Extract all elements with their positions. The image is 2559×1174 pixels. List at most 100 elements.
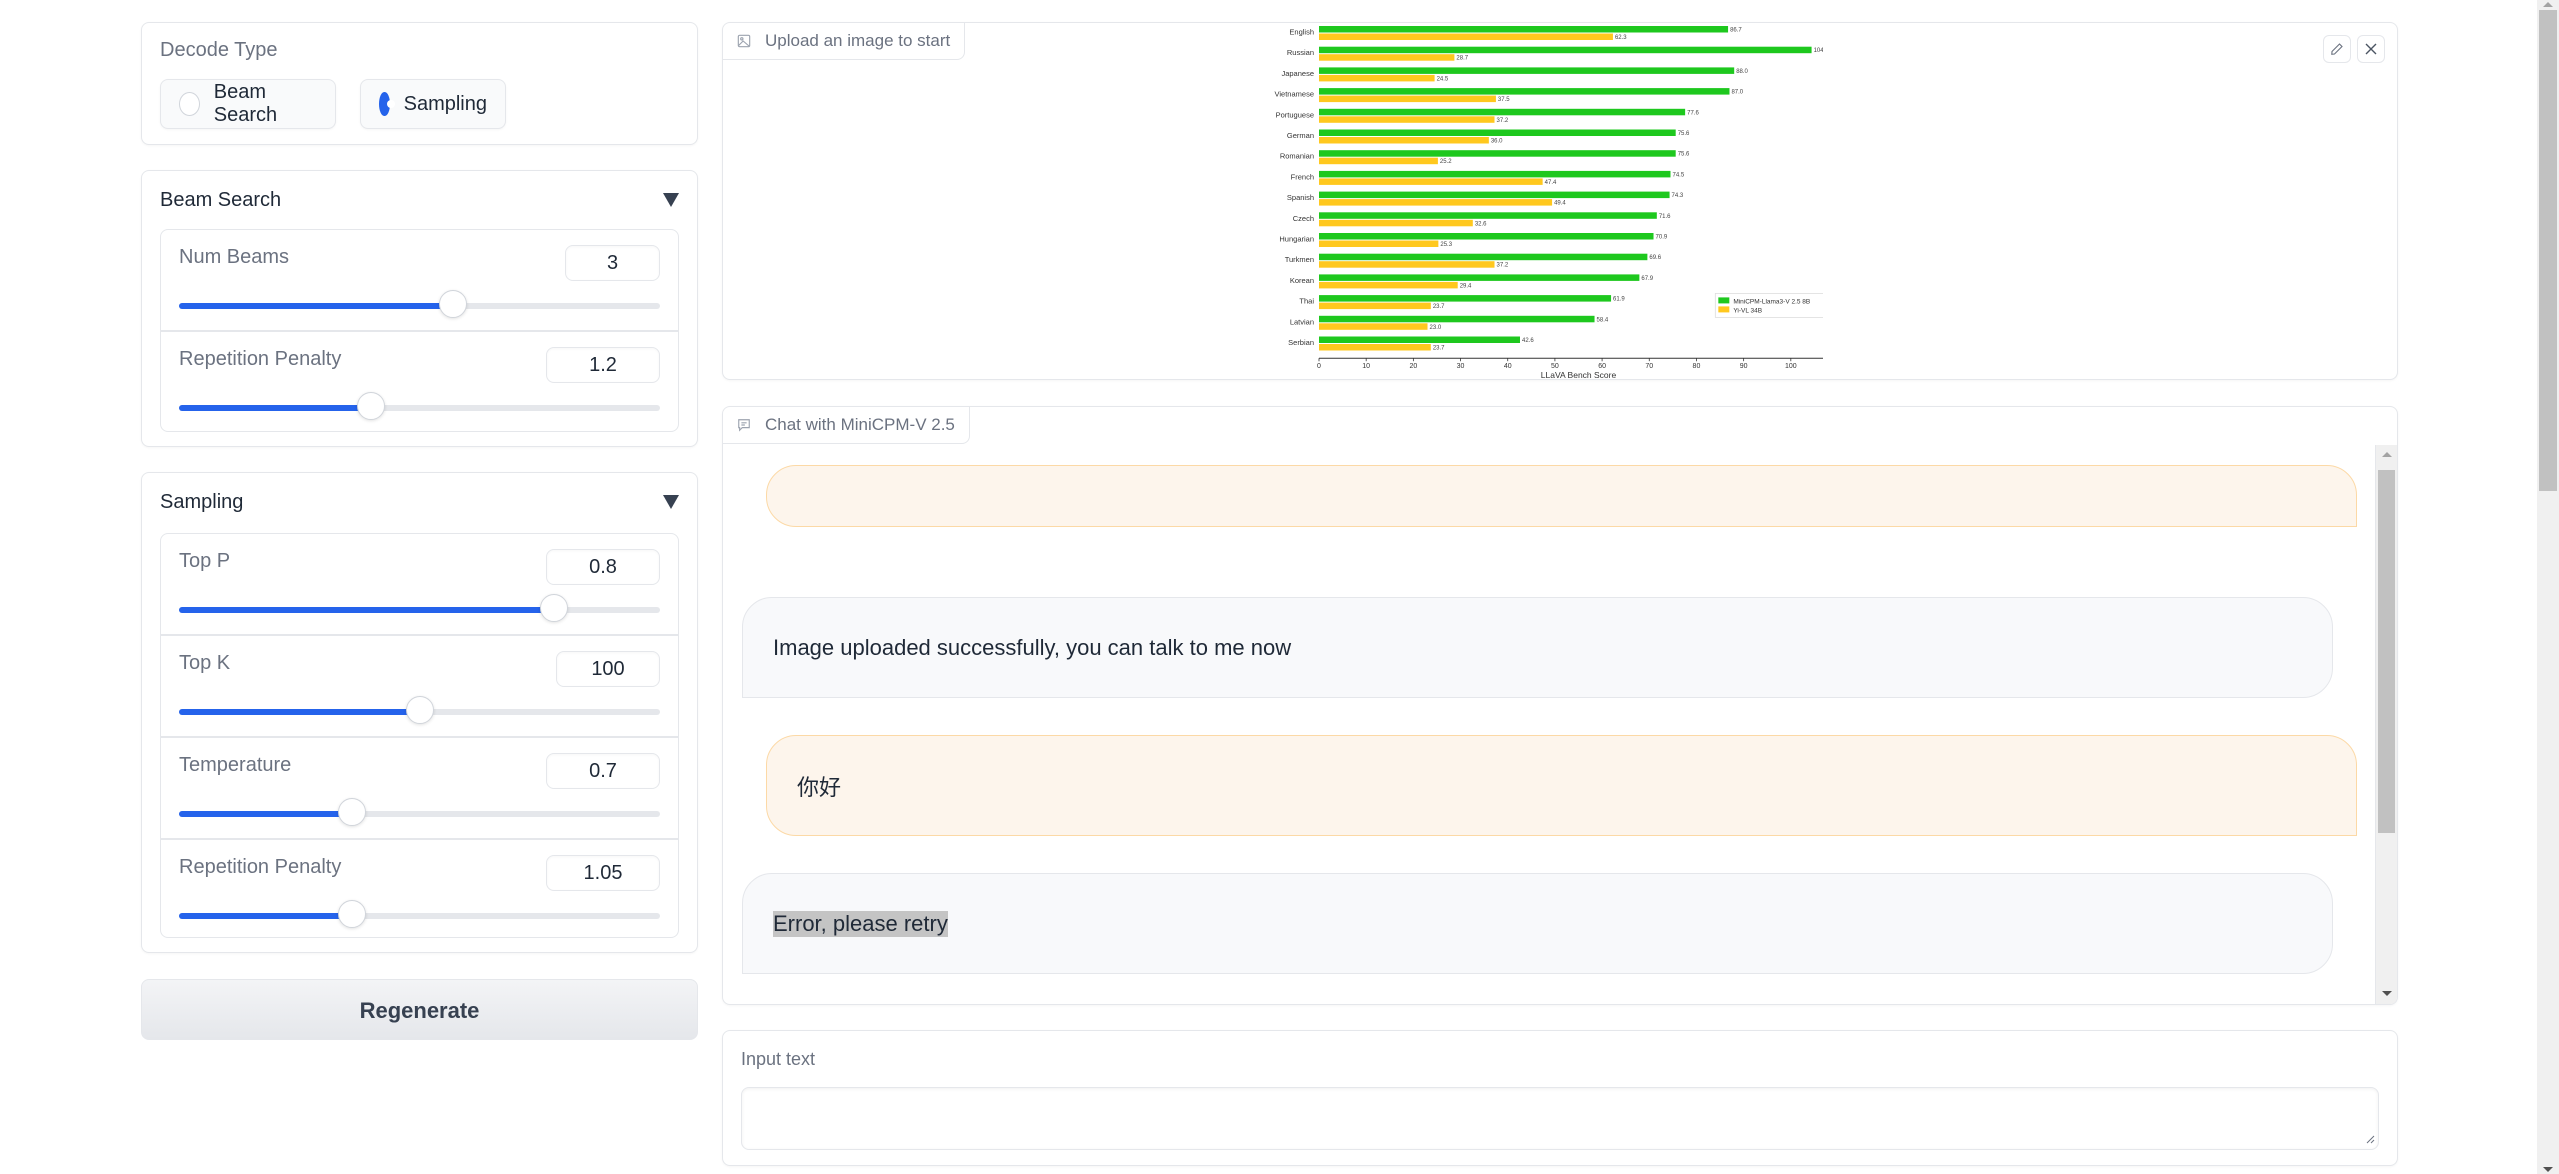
beam-search-title[interactable]: Beam Search: [160, 189, 281, 212]
page-scrollbar-thumb[interactable]: [2539, 10, 2557, 491]
close-icon: [2365, 43, 2377, 55]
sampling-repetition-penalty-input[interactable]: [546, 855, 660, 891]
top-k-thumb[interactable]: [405, 696, 434, 724]
chart-bar: [1319, 88, 1730, 95]
chart-data-label: 37.5: [1498, 97, 1510, 103]
temperature-thumb[interactable]: [338, 798, 367, 826]
top-p-thumb[interactable]: [540, 594, 569, 622]
top-p-slider[interactable]: [179, 594, 660, 622]
sampling-repetition-penalty-thumb[interactable]: [338, 900, 367, 928]
page-scroll-down-icon[interactable]: [2543, 1167, 2553, 1172]
image-icon: [737, 34, 751, 48]
user-message[interactable]: [766, 465, 2357, 527]
bot-message[interactable]: Error, please retry: [742, 873, 2333, 974]
regenerate-button[interactable]: Regenerate: [141, 979, 698, 1040]
beam-repetition-penalty-slider[interactable]: [179, 392, 660, 420]
chart-bar: [1319, 150, 1676, 157]
temperature-slider[interactable]: [179, 798, 660, 826]
chart-x-tick-label: 90: [1740, 363, 1748, 370]
edit-image-button[interactable]: [2323, 35, 2351, 63]
radio-beam-search[interactable]: Beam Search: [160, 79, 336, 129]
chart-category-label: Turkmen: [1285, 255, 1314, 264]
temperature-fill: [179, 811, 353, 817]
image-panel-label-text: Upload an image to start: [765, 31, 951, 50]
chart-data-label: 49.4: [1554, 201, 1566, 207]
input-text-label: Input text: [741, 1049, 816, 1069]
chart-bar: [1319, 67, 1735, 74]
radio-beam-search-label: Beam Search: [213, 81, 278, 126]
radio-beam-search-circle[interactable]: [179, 92, 200, 116]
chart-data-label: 23.7: [1433, 346, 1445, 352]
chart-bar: [1319, 344, 1431, 351]
chat-scrollbar-thumb[interactable]: [2378, 470, 2395, 833]
chart-bar: [1319, 219, 1473, 227]
chart-data-label: 77.6: [1687, 110, 1699, 116]
top-k-input[interactable]: [556, 651, 660, 687]
sampling-repetition-penalty-fill: [179, 913, 353, 919]
chart-bar: [1319, 54, 1455, 61]
top-k-fill: [179, 709, 420, 715]
chart-data-label: 25.3: [1440, 242, 1452, 248]
beam-repetition-penalty-thumb[interactable]: [357, 392, 386, 420]
caret-down-icon[interactable]: [663, 193, 679, 207]
num-beams-slider[interactable]: [179, 290, 660, 318]
chart-category-label: Czech: [1293, 214, 1314, 223]
radio-sampling[interactable]: Sampling: [360, 79, 506, 129]
chart-bar: [1319, 253, 1648, 261]
sampling-title[interactable]: Sampling: [160, 491, 243, 514]
bot-message-text: Error, please retry: [773, 910, 948, 937]
chart-bar: [1319, 178, 1543, 185]
chat-messages[interactable]: Image uploaded successfully, you can tal…: [723, 445, 2397, 1004]
chart-bar: [1319, 233, 1654, 240]
chart-x-tick-label: 60: [1598, 363, 1606, 370]
chart-bar: [1319, 240, 1439, 247]
radio-sampling-circle[interactable]: [379, 92, 395, 116]
beam-repetition-penalty-label: Repetition Penalty: [179, 348, 342, 370]
chart-bar: [1319, 212, 1657, 219]
chart-bar: [1319, 26, 1729, 33]
chart-data-label: 75.6: [1678, 131, 1690, 137]
chart-bar: [1319, 274, 1640, 281]
chatbot-panel: Chat with MiniCPM-V 2.5 Image uploaded s…: [722, 406, 2398, 1005]
image-upload-panel[interactable]: Upload an image to start English 86.7 62.3…: [722, 22, 2398, 380]
chart-category-label: Spanish: [1287, 193, 1314, 202]
chat-panel-label: Chat with MiniCPM-V 2.5: [723, 407, 970, 444]
beam-repetition-penalty-row: Repetition Penalty: [161, 332, 678, 431]
chart-category-label: German: [1287, 131, 1314, 140]
chart-data-label: 87.0: [1731, 90, 1743, 96]
temperature-input[interactable]: [546, 753, 660, 789]
page-scroll-up-icon[interactable]: [2543, 2, 2553, 7]
sampling-repetition-penalty-row: Repetition Penalty: [161, 840, 678, 937]
top-p-input[interactable]: [546, 549, 660, 585]
bot-message-text: Image uploaded successfully, you can tal…: [773, 634, 1292, 660]
scroll-down-arrow-icon[interactable]: [2382, 991, 2392, 996]
page-scrollbar[interactable]: [2537, 0, 2559, 1174]
scroll-up-arrow-icon[interactable]: [2382, 452, 2392, 457]
top-k-slider[interactable]: [179, 696, 660, 724]
top-p-row: Top P: [161, 534, 678, 636]
bot-message[interactable]: Image uploaded successfully, you can tal…: [742, 597, 2333, 698]
image-panel-label: Upload an image to start: [723, 23, 966, 60]
chart-category-label: Serbian: [1288, 338, 1314, 347]
chat-scrollbar[interactable]: [2375, 445, 2397, 1004]
num-beams-slider-thumb[interactable]: [439, 290, 468, 318]
caret-down-icon[interactable]: [663, 495, 679, 509]
beam-repetition-penalty-input[interactable]: [546, 347, 660, 383]
sampling-sliders: Top P Top K Temperature Repetition: [160, 533, 679, 938]
temperature-row: Temperature: [161, 738, 678, 840]
chart-data-label: 28.7: [1456, 56, 1468, 62]
chart-category-label: Korean: [1290, 276, 1314, 285]
num-beams-input[interactable]: [565, 245, 660, 281]
decode-type-label: Decode Type: [160, 39, 278, 61]
chat-panel-label-text: Chat with MiniCPM-V 2.5: [765, 415, 955, 434]
sampling-repetition-penalty-slider[interactable]: [179, 900, 660, 928]
chart-x-tick-label: 0: [1317, 363, 1321, 370]
user-message[interactable]: 你好: [766, 735, 2357, 836]
clear-image-button[interactable]: [2357, 35, 2385, 63]
chart-bar: [1319, 129, 1676, 136]
chart-category-label: Portuguese: [1276, 110, 1314, 119]
input-textarea[interactable]: [741, 1087, 2379, 1150]
user-message-text: 你好: [797, 774, 842, 800]
chart-data-label: 23.7: [1433, 304, 1445, 310]
resize-grip-icon[interactable]: [2365, 1134, 2375, 1144]
